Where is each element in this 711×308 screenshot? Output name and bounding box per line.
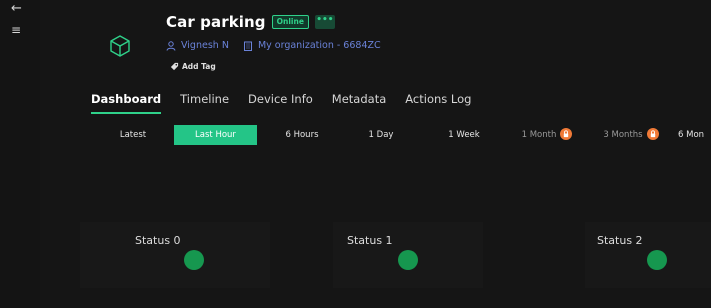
user-icon [166, 40, 176, 51]
status-widget-1: Status 1 [333, 222, 483, 288]
range-latest[interactable]: Latest [98, 125, 168, 145]
hamburger-menu-icon[interactable]: ≡ [11, 24, 21, 37]
status-indicator [398, 250, 418, 270]
range-1-week[interactable]: 1 Week [428, 125, 500, 145]
tab-metadata[interactable]: Metadata [332, 92, 386, 114]
device-name: Car parking [166, 13, 266, 31]
status-indicator [647, 250, 667, 270]
tab-timeline[interactable]: Timeline [180, 92, 229, 114]
tab-actions-log[interactable]: Actions Log [405, 92, 471, 114]
status-indicator [184, 250, 204, 270]
more-options-button[interactable]: ••• [314, 15, 335, 29]
widget-title: Status 2 [597, 234, 643, 247]
status-widget-0: Status 0 [80, 222, 270, 288]
device-page: Car parking Online ••• Vignesh N My orga… [40, 0, 711, 308]
building-icon [243, 41, 252, 51]
add-tag-label: Add Tag [182, 62, 216, 71]
range-3-months[interactable]: 3 Months [590, 125, 672, 145]
owner-link[interactable]: Vignesh N [181, 40, 229, 51]
left-rail: ← ≡ [0, 0, 40, 308]
device-tabs: Dashboard Timeline Device Info Metadata … [91, 92, 490, 114]
widget-title: Status 1 [347, 234, 393, 247]
add-tag-button[interactable]: Add Tag [170, 62, 216, 71]
organization-link[interactable]: My organization - 6684ZC [258, 40, 381, 51]
device-meta: Vignesh N My organization - 6684ZC [166, 40, 381, 51]
lock-icon [560, 127, 573, 140]
arrow-left-icon[interactable]: ← [11, 2, 22, 15]
status-widget-2: Status 2 [585, 222, 711, 288]
status-badge: Online [271, 15, 309, 29]
range-6-hours[interactable]: 6 Hours [268, 125, 336, 145]
tag-icon [170, 62, 179, 71]
tab-dashboard[interactable]: Dashboard [91, 92, 162, 114]
widget-title: Status 0 [135, 234, 181, 247]
range-1-month[interactable]: 1 Month [506, 125, 588, 145]
range-1-day[interactable]: 1 Day [346, 125, 416, 145]
time-range-selector: Latest Last Hour 6 Hours 1 Day 1 Week 1 … [40, 125, 711, 145]
tab-device-info[interactable]: Device Info [248, 92, 313, 114]
range-last-hour[interactable]: Last Hour [174, 125, 257, 145]
lock-icon [646, 127, 659, 140]
device-header: Car parking Online ••• [166, 13, 335, 31]
cube-icon [110, 35, 130, 57]
range-6-months[interactable]: 6 Mon [678, 125, 711, 145]
